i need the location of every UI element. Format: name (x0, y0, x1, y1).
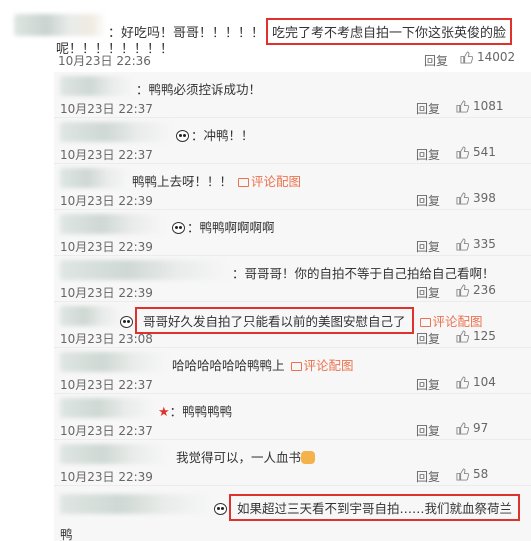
reply-date: 10月23日 22:37 (60, 378, 153, 392)
blurred-username (60, 76, 134, 96)
reply-button[interactable]: 回复 (424, 52, 448, 69)
list-item: 我觉得可以，一人血书 10月23日 22:39 回复 58 (54, 440, 531, 486)
like-count: 125 (473, 329, 496, 343)
thumbs-up-icon (456, 467, 470, 481)
like-button[interactable]: 398 (456, 191, 496, 205)
panda-icon (176, 130, 189, 142)
like-button[interactable]: 58 (456, 467, 488, 481)
like-button[interactable]: 541 (456, 145, 496, 159)
like-button[interactable]: 1081 (456, 99, 504, 113)
comment-image-link[interactable]: 评论配图 (419, 314, 483, 329)
image-icon (238, 178, 250, 187)
like-count: 58 (473, 467, 489, 481)
reply-date: 10月23日 22:37 (60, 102, 153, 116)
list-item: ★：鸭鸭鸭鸭 10月23日 22:37 回复 97 (54, 394, 531, 440)
blurred-username (60, 168, 128, 188)
blurred-username (60, 352, 166, 372)
like-button[interactable]: 125 (456, 329, 496, 343)
list-item: 如果超过三天看不到宇哥自拍……我们就血祭荷兰 鸭 (54, 486, 531, 541)
reply-text: ★：鸭鸭鸭鸭 (158, 404, 233, 420)
reply-text: 鸭鸭上去呀！！！ 评论配图 (132, 174, 302, 189)
highlight-box: 如果超过三天看不到宇哥自拍……我们就血祭荷兰 (229, 494, 521, 521)
comment-image-link[interactable]: 评论配图 (290, 358, 354, 373)
panda-icon (172, 222, 185, 234)
like-button[interactable]: 97 (456, 421, 488, 435)
like-button[interactable]: 236 (456, 283, 496, 297)
reply-list: ：鸭鸭必须控诉成功！ 10月23日 22:37 回复 1081 ：冲鸭！！ 10… (54, 72, 531, 541)
blurred-username (14, 14, 106, 36)
reply-date: 10月23日 22:37 (60, 424, 153, 438)
reply-text-cont: 鸭 (60, 527, 73, 541)
list-item: 哥哥好久发自拍了只能看以前的美图安慰自己了 评论配图 10月23日 23:08 回… (54, 302, 531, 348)
thumbs-up-icon (456, 145, 470, 159)
reply-button[interactable]: 回复 (416, 468, 440, 485)
list-item: 哈哈哈哈哈哈鸭鸭上 评论配图 10月23日 22:37 回复 104 (54, 348, 531, 394)
reply-button[interactable]: 回复 (416, 422, 440, 439)
thumbs-up-icon (456, 99, 470, 113)
blurred-username (60, 122, 172, 142)
like-count: 14002 (477, 50, 516, 64)
reply-date: 10月23日 23:08 (60, 332, 153, 346)
like-count: 236 (473, 283, 496, 297)
reply-date: 10月23日 22:39 (60, 470, 153, 484)
reply-text: ：鸭鸭必须控诉成功！ (136, 82, 262, 97)
reply-button[interactable]: 回复 (416, 192, 440, 209)
thumbs-up-icon (456, 329, 470, 343)
like-count: 104 (473, 375, 496, 389)
reply-button[interactable]: 回复 (416, 100, 440, 117)
like-button[interactable]: 104 (456, 375, 496, 389)
reply-button[interactable]: 回复 (416, 376, 440, 393)
highlight-box: 哥哥好久发自拍了只能看以前的美图安慰自己了 (135, 307, 414, 334)
reply-text: 如果超过三天看不到宇哥自拍……我们就血祭荷兰 (214, 494, 521, 521)
reply-text: 我觉得可以，一人血书 (176, 447, 316, 466)
reply-date: 10月23日 22:39 (60, 240, 153, 254)
thumbs-up-icon (456, 283, 470, 297)
list-item: ：鸭鸭啊啊啊啊 10月23日 22:39 回复 335 (54, 210, 531, 256)
image-icon (290, 362, 302, 371)
thumbs-up-icon (456, 421, 470, 435)
reply-text: ：冲鸭！！ (176, 125, 254, 144)
reply-button[interactable]: 回复 (416, 284, 440, 301)
thumbs-up-icon (460, 50, 474, 64)
comment-date: 10月23日 22:36 (58, 54, 151, 68)
reply-text: 哈哈哈哈哈哈鸭鸭上 评论配图 (172, 358, 354, 373)
blurred-username (60, 398, 154, 418)
blurred-username (60, 260, 228, 280)
image-icon (419, 318, 431, 327)
like-count: 335 (473, 237, 496, 251)
star-icon: ★ (158, 405, 170, 420)
blurred-username (60, 214, 164, 234)
like-count: 541 (473, 145, 496, 159)
reply-date: 10月23日 22:39 (60, 194, 153, 208)
reply-date: 10月23日 22:39 (60, 286, 153, 300)
thumbs-up-icon (456, 237, 470, 251)
reply-button[interactable]: 回复 (416, 146, 440, 163)
reply-button[interactable]: 回复 (416, 330, 440, 347)
like-count: 97 (473, 421, 489, 435)
like-button[interactable]: 14002 (460, 50, 515, 64)
like-count: 398 (473, 191, 496, 205)
highlight-box: 吃完了考不考虑自拍一下你这张英俊的脸 (266, 18, 513, 45)
list-item: ：冲鸭！！ 10月23日 22:37 回复 541 (54, 118, 531, 164)
thumbs-up-icon (456, 375, 470, 389)
panda-icon (120, 316, 133, 328)
reply-button[interactable]: 回复 (416, 238, 440, 255)
blurred-username (60, 494, 210, 514)
blurred-username (60, 306, 122, 326)
fist-emoji-icon (301, 451, 316, 464)
list-item: ：哥哥哥！你的自拍不等于自己拍给自己看啊！ 10月23日 22:39 回复 23… (54, 256, 531, 302)
like-button[interactable]: 335 (456, 237, 496, 251)
reply-text: ：鸭鸭啊啊啊啊 (172, 217, 275, 236)
reply-text: ：哥哥哥！你的自拍不等于自己拍给自己看啊！ (232, 266, 495, 281)
like-count: 1081 (473, 99, 504, 113)
blurred-username (60, 444, 166, 464)
list-item: ：鸭鸭必须控诉成功！ 10月23日 22:37 回复 1081 (54, 72, 531, 118)
thumbs-up-icon (456, 191, 470, 205)
reply-date: 10月23日 22:37 (60, 148, 153, 162)
panda-icon (214, 503, 227, 515)
list-item: 鸭鸭上去呀！！！ 评论配图 10月23日 22:39 回复 398 (54, 164, 531, 210)
comment-image-link[interactable]: 评论配图 (238, 174, 301, 189)
